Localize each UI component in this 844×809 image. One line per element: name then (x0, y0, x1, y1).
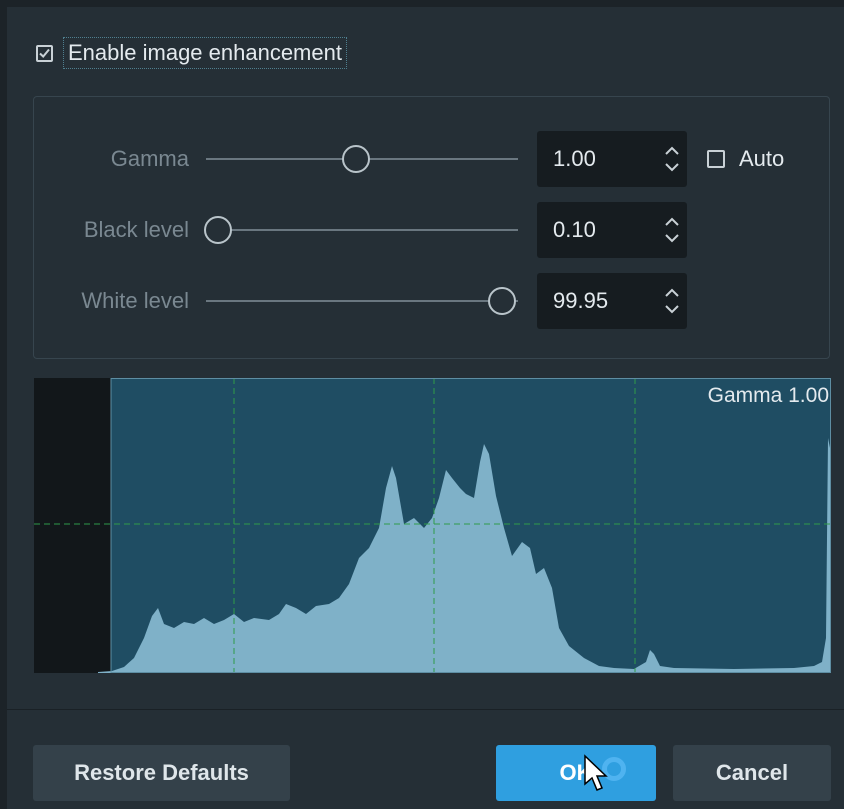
enable-enhancement-row[interactable]: Enable image enhancement (36, 36, 347, 70)
white-level-spinbox[interactable]: 99.95 (537, 273, 687, 329)
gamma-slider-thumb[interactable] (341, 145, 370, 173)
black-level-slider[interactable] (204, 216, 518, 244)
button-separator (7, 709, 844, 710)
auto-label[interactable]: Auto (739, 146, 784, 172)
gamma-row: Gamma 1.00 Auto (34, 131, 829, 187)
white-level-slider-thumb[interactable] (488, 287, 517, 315)
check-icon (39, 48, 50, 58)
black-level-slider-thumb[interactable] (204, 216, 233, 244)
black-level-spinbox[interactable]: 0.10 (537, 202, 687, 258)
gamma-value[interactable]: 1.00 (537, 146, 657, 172)
chevron-down-icon[interactable] (664, 304, 680, 314)
chevron-down-icon[interactable] (664, 162, 680, 172)
chevron-up-icon[interactable] (664, 217, 680, 227)
enable-enhancement-checkbox[interactable] (36, 44, 53, 62)
white-level-value[interactable]: 99.95 (537, 288, 657, 314)
chevron-up-icon[interactable] (664, 288, 680, 298)
chevron-up-icon[interactable] (664, 146, 680, 156)
enhancement-parameters-group: Gamma 1.00 Auto Black level 0.10 White l… (33, 96, 830, 359)
ok-button[interactable]: OK (496, 745, 656, 801)
white-level-slider[interactable] (206, 287, 518, 315)
histogram-plot (34, 378, 831, 673)
gamma-slider[interactable] (206, 145, 518, 173)
mouse-cursor-icon (584, 754, 608, 791)
image-enhancement-dialog: Enable image enhancement Gamma 1.00 Auto… (7, 7, 844, 809)
histogram-view: Gamma 1.00 (34, 378, 831, 673)
black-level-row: Black level 0.10 (34, 202, 829, 258)
black-level-label: Black level (83, 217, 189, 242)
histogram-gamma-label: Gamma 1.00 (707, 384, 829, 407)
white-level-label: White level (81, 288, 189, 313)
cancel-button[interactable]: Cancel (673, 745, 831, 801)
gamma-label: Gamma (110, 146, 189, 171)
white-level-row: White level 99.95 (34, 273, 829, 329)
black-level-value[interactable]: 0.10 (537, 217, 657, 243)
auto-checkbox[interactable] (707, 150, 725, 168)
auto-gamma-row[interactable]: Auto (707, 146, 784, 172)
gamma-spinbox[interactable]: 1.00 (537, 131, 687, 187)
chevron-down-icon[interactable] (664, 233, 680, 243)
enable-enhancement-label[interactable]: Enable image enhancement (63, 37, 347, 69)
restore-defaults-button[interactable]: Restore Defaults (33, 745, 290, 801)
